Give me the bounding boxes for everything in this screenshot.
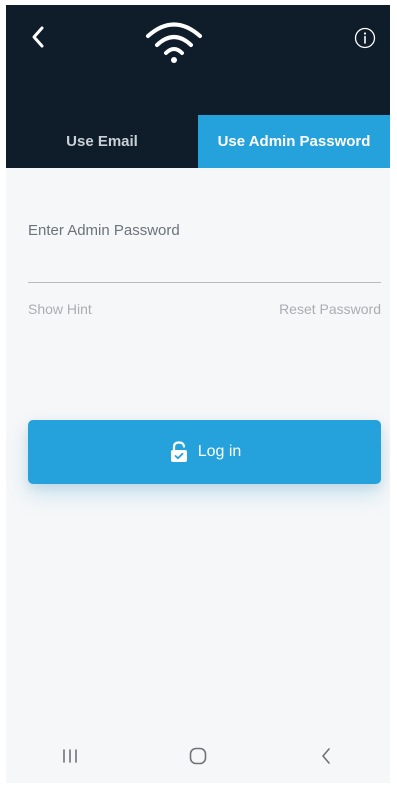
reset-password-link[interactable]: Reset Password xyxy=(279,301,381,317)
unlock-icon xyxy=(168,440,190,464)
header: Use Email Use Admin Password xyxy=(6,5,390,168)
chevron-left-icon xyxy=(32,26,44,48)
tab-use-email[interactable]: Use Email xyxy=(6,115,198,168)
back-button[interactable] xyxy=(18,17,58,57)
recent-apps-button[interactable] xyxy=(40,736,100,776)
app-screen: Use Email Use Admin Password Enter Admin… xyxy=(6,5,390,783)
login-form: Enter Admin Password Show Hint Reset Pas… xyxy=(6,168,390,728)
login-button-label: Log in xyxy=(197,443,242,460)
info-icon xyxy=(354,27,376,49)
system-back-button[interactable] xyxy=(296,736,356,776)
recent-apps-icon xyxy=(63,748,77,763)
admin-password-input[interactable] xyxy=(28,244,381,283)
wifi-icon xyxy=(146,22,202,63)
home-button[interactable] xyxy=(168,736,228,776)
info-button[interactable] xyxy=(352,25,378,51)
password-field-label: Enter Admin Password xyxy=(28,222,180,239)
tab-use-admin-password[interactable]: Use Admin Password xyxy=(198,115,390,168)
login-button[interactable]: Log in xyxy=(28,420,381,484)
home-icon xyxy=(189,747,207,764)
system-navigation-bar xyxy=(6,728,390,783)
back-icon xyxy=(322,747,330,764)
login-method-tabs: Use Email Use Admin Password xyxy=(6,115,390,168)
show-hint-link[interactable]: Show Hint xyxy=(28,301,92,317)
